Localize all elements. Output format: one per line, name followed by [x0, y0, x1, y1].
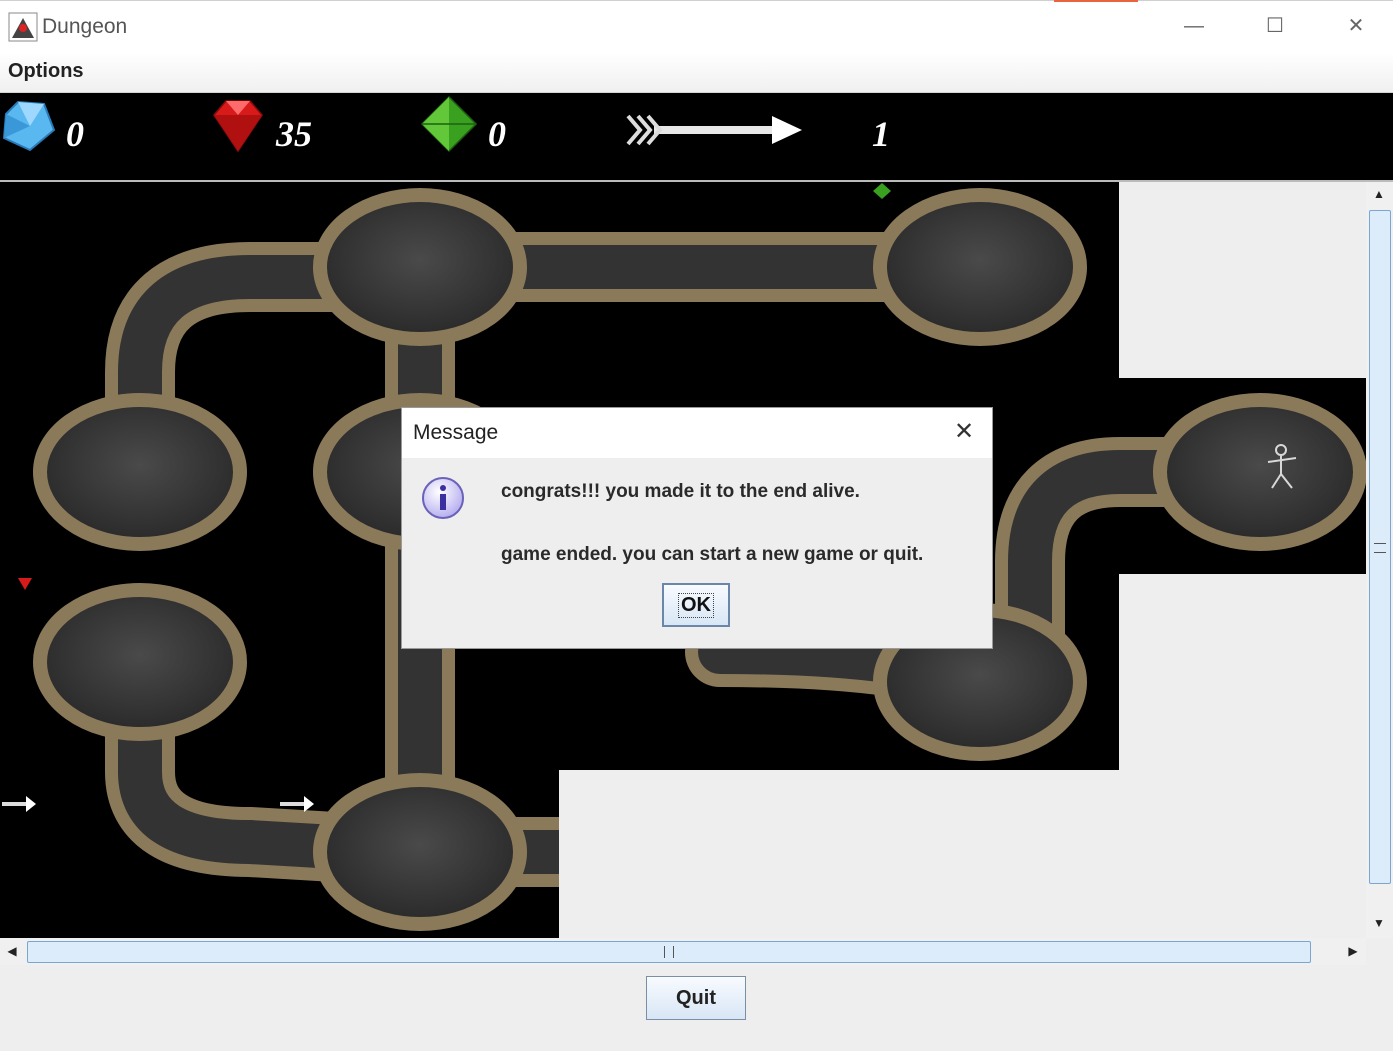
red-gem-count: 35	[276, 114, 312, 154]
ok-button[interactable]: OK	[662, 583, 730, 627]
scroll-up-arrow-icon[interactable]: ▲	[1368, 183, 1390, 205]
minimize-button[interactable]: —	[1174, 12, 1214, 40]
green-emerald-icon	[420, 95, 478, 153]
arrow-icon	[626, 114, 802, 146]
arrow-count: 1	[872, 114, 890, 154]
maximize-button[interactable]: ☐	[1255, 12, 1295, 40]
window-title: Dungeon	[42, 15, 128, 38]
blue-gem-count: 0	[66, 114, 84, 154]
app-icon	[8, 12, 38, 42]
scroll-right-arrow-icon[interactable]: ▶	[1342, 940, 1364, 962]
dialog-message-line2: game ended. you can start a new game or …	[501, 544, 924, 565]
scroll-corner	[1366, 938, 1393, 965]
ok-button-label: OK	[678, 592, 714, 618]
thumb-grip-icon	[1374, 543, 1386, 553]
green-gem-count: 0	[488, 114, 506, 154]
menu-bar	[0, 52, 1393, 93]
info-icon	[422, 477, 464, 519]
dialog-title: Message	[413, 421, 499, 444]
dialog-message-line1: congrats!!! you made it to the end alive…	[501, 481, 860, 502]
scroll-down-arrow-icon[interactable]: ▼	[1368, 912, 1390, 934]
dialog-close-icon[interactable]: ✕	[950, 418, 978, 446]
blue-diamond-icon	[2, 100, 56, 152]
thumb-grip-icon	[664, 946, 674, 958]
close-button[interactable]: ✕	[1336, 12, 1376, 40]
quit-button[interactable]: Quit	[646, 976, 746, 1020]
title-accent	[1054, 0, 1138, 2]
scroll-left-arrow-icon[interactable]: ◀	[1, 940, 23, 962]
menu-options[interactable]: Options	[8, 60, 84, 83]
red-ruby-icon	[213, 100, 263, 153]
